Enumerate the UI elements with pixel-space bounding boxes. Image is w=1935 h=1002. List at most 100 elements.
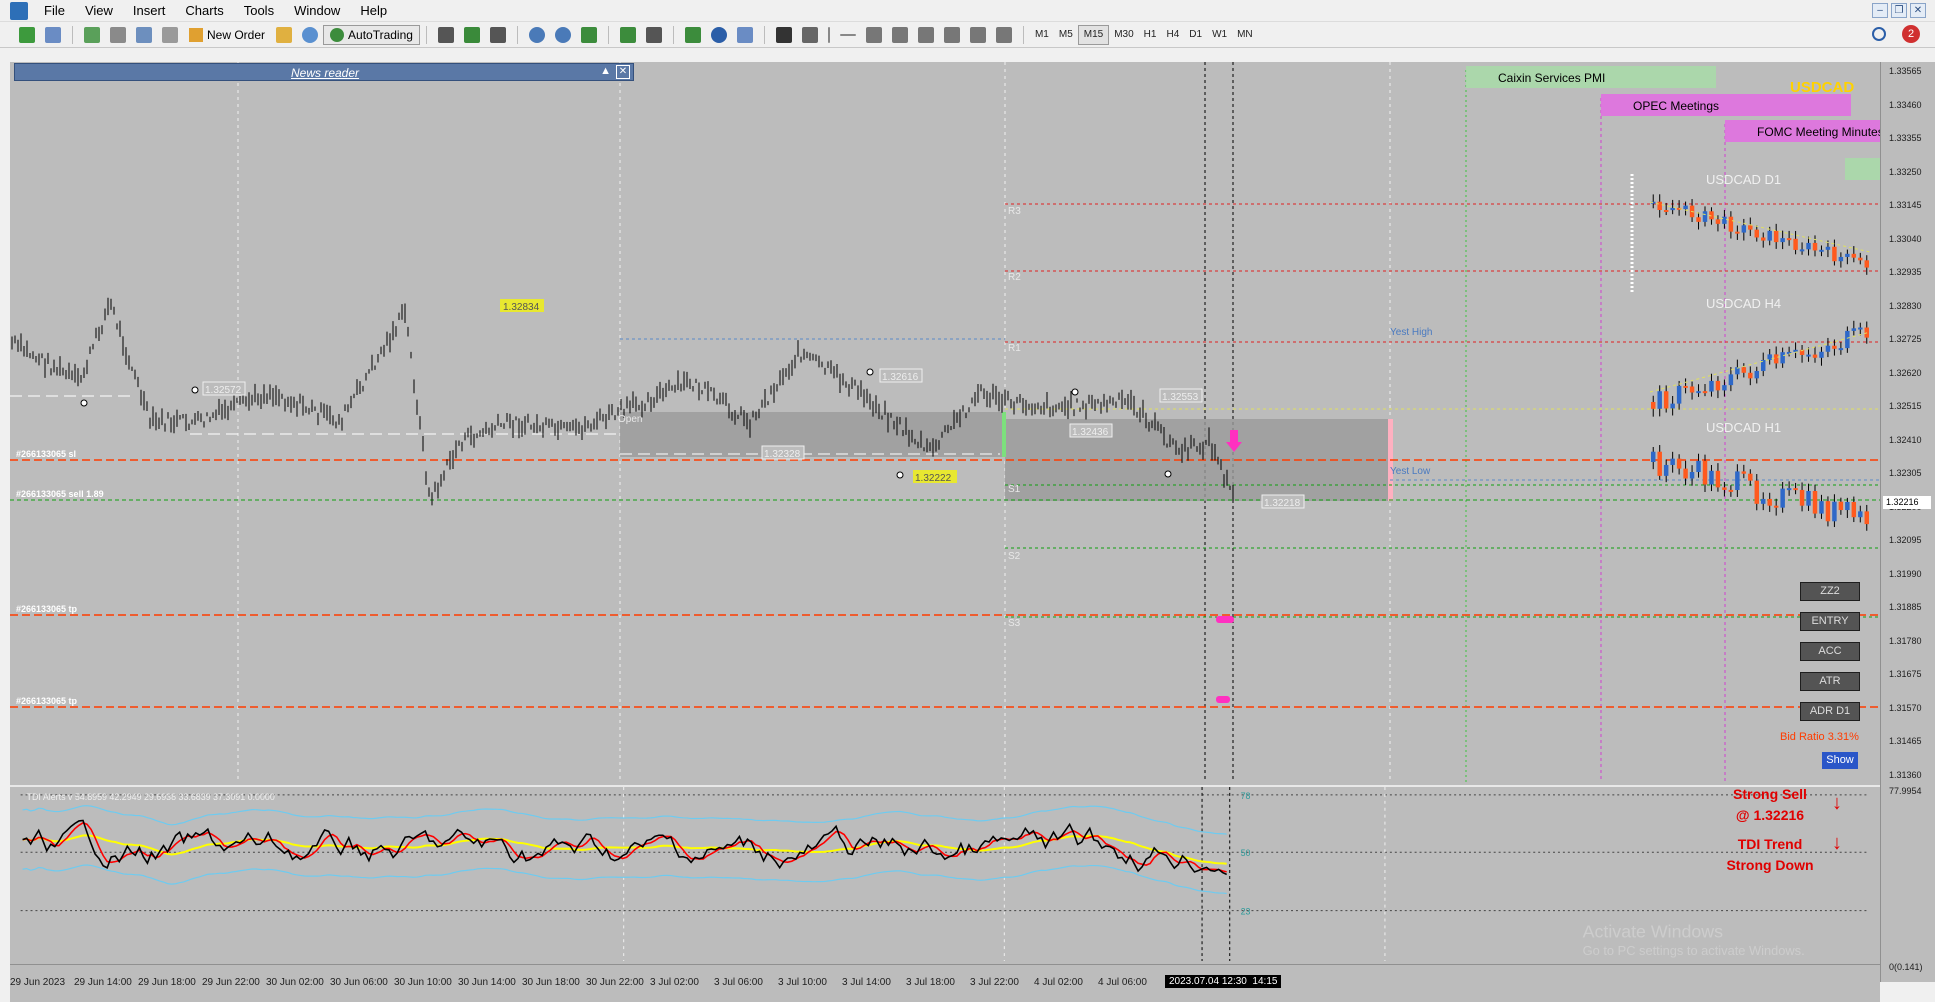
adr-d1-button[interactable]: ADR D1 bbox=[1800, 702, 1860, 721]
trendline-icon[interactable] bbox=[865, 26, 882, 43]
horizontal-line-icon[interactable] bbox=[839, 33, 856, 36]
new-chart-icon[interactable] bbox=[19, 26, 35, 43]
cursor-icon[interactable] bbox=[775, 26, 792, 43]
market-watch-icon[interactable] bbox=[84, 26, 100, 43]
notification-badge[interactable]: 2 bbox=[1902, 25, 1920, 43]
menu-help[interactable]: Help bbox=[350, 0, 397, 22]
fibonacci-icon[interactable] bbox=[917, 26, 934, 43]
metaeditor-icon[interactable] bbox=[276, 26, 293, 43]
label-r2: R2 bbox=[1008, 272, 1021, 283]
tester-icon[interactable] bbox=[162, 26, 178, 43]
time-axis-label: 29 Jun 14:00 bbox=[74, 977, 132, 988]
tf-m15[interactable]: M15 bbox=[1077, 24, 1110, 45]
app-icon[interactable] bbox=[10, 1, 28, 20]
autoscroll-icon[interactable] bbox=[619, 26, 636, 43]
tdi-lines bbox=[22, 805, 1228, 894]
price-tag-3: 1.32616 bbox=[882, 372, 919, 383]
minimize-icon[interactable]: – bbox=[1872, 3, 1888, 18]
price-axis-label: 1.33145 bbox=[1889, 200, 1922, 210]
price-axis-label: 1.32935 bbox=[1889, 267, 1922, 277]
tf-m5[interactable]: M5 bbox=[1054, 26, 1078, 44]
menu-charts[interactable]: Charts bbox=[175, 0, 233, 22]
close-icon[interactable]: ✕ bbox=[1910, 3, 1926, 18]
open-range-box bbox=[620, 412, 1005, 457]
price-axis-label: 1.31465 bbox=[1889, 736, 1922, 746]
time-axis-label: 30 Jun 02:00 bbox=[266, 977, 324, 988]
menu-file[interactable]: File bbox=[34, 0, 75, 22]
tf-h4[interactable]: H4 bbox=[1161, 26, 1184, 44]
new-order-icon bbox=[189, 27, 203, 42]
menu-window[interactable]: Window bbox=[284, 0, 350, 22]
label-s1: S1 bbox=[1008, 484, 1021, 495]
main-price-chart[interactable]: R3 R2 R1 S1 S2 S3 Yest High Yest Low Ope… bbox=[10, 62, 1880, 782]
tf-d1[interactable]: D1 bbox=[1184, 26, 1207, 44]
arrows-icon[interactable] bbox=[995, 26, 1012, 43]
chart-window[interactable]: R3 R2 R1 S1 S2 S3 Yest High Yest Low Ope… bbox=[10, 62, 1880, 964]
autotrading-button[interactable]: AutoTrading bbox=[323, 24, 420, 45]
price-axis-label: 1.33250 bbox=[1889, 166, 1922, 177]
tdi-indicator-chart[interactable]: TDI Alerts v 54.8959 42.2949 29.6938 33.… bbox=[10, 785, 1880, 961]
zoom-out-icon[interactable] bbox=[554, 26, 571, 43]
search-icon[interactable] bbox=[1872, 27, 1886, 41]
price-axis-label: 1.33040 bbox=[1889, 233, 1922, 244]
signal-line-2: @ 1.32216 bbox=[1735, 807, 1805, 823]
zz2-button[interactable]: ZZ2 bbox=[1800, 582, 1860, 601]
profiles-icon[interactable] bbox=[45, 26, 61, 43]
price-axis-label: 1.33355 bbox=[1889, 133, 1922, 143]
chart-shift-icon[interactable] bbox=[645, 26, 662, 43]
restore-icon[interactable]: ❐ bbox=[1891, 3, 1907, 18]
channel-icon[interactable] bbox=[891, 26, 908, 43]
tf-m30[interactable]: M30 bbox=[1109, 26, 1138, 44]
price-axis-label: 1.32830 bbox=[1889, 300, 1922, 311]
periods-icon[interactable] bbox=[710, 26, 727, 43]
menu-view[interactable]: View bbox=[75, 0, 123, 22]
price-axis-label: 1.32410 bbox=[1889, 434, 1922, 445]
zoom-in-icon[interactable] bbox=[528, 26, 545, 43]
templates-icon[interactable] bbox=[736, 26, 753, 43]
indicators-icon[interactable] bbox=[684, 26, 701, 43]
time-axis-label: 30 Jun 06:00 bbox=[330, 977, 388, 988]
price-tag-8: 1.32218 bbox=[1264, 498, 1301, 509]
price-axis-label: 1.31990 bbox=[1889, 568, 1922, 579]
time-axis-label: 4 Jul 02:00 bbox=[1034, 977, 1083, 988]
collapse-icon[interactable]: ▲ bbox=[600, 65, 611, 77]
news-reader-title[interactable]: News reader bbox=[291, 66, 359, 80]
price-axis-label: 1.31570 bbox=[1889, 702, 1922, 713]
show-button[interactable]: Show bbox=[1822, 752, 1858, 769]
tf-h1[interactable]: H1 bbox=[1139, 26, 1162, 44]
bar-chart-icon[interactable] bbox=[437, 26, 454, 43]
time-axis[interactable]: 29 Jun 2023 29 Jun 14:00 29 Jun 18:00 29 Ju… bbox=[10, 964, 1880, 1002]
event-caixin: Caixin Services PMI bbox=[1498, 71, 1605, 85]
label-s3: S3 bbox=[1008, 618, 1021, 629]
line-chart-icon[interactable] bbox=[489, 26, 506, 43]
tdi-level-50: 50 bbox=[1241, 848, 1251, 858]
tile-windows-icon[interactable] bbox=[580, 26, 597, 43]
atr-button[interactable]: ATR bbox=[1800, 672, 1860, 691]
menu-insert[interactable]: Insert bbox=[123, 0, 176, 22]
cursor-time-label: 2023.07.04 12:30 14:15 bbox=[1165, 975, 1282, 988]
tf-m1[interactable]: M1 bbox=[1030, 26, 1054, 44]
navigator-icon[interactable] bbox=[110, 26, 126, 43]
signals-icon[interactable] bbox=[302, 26, 319, 43]
vertical-line-icon[interactable] bbox=[827, 26, 830, 43]
time-axis-label: 30 Jun 14:00 bbox=[458, 977, 516, 988]
new-order-button[interactable]: New Order bbox=[183, 25, 271, 45]
menu-tools[interactable]: Tools bbox=[234, 0, 284, 22]
news-reader-panel[interactable]: News reader ▲ ✕ bbox=[14, 63, 634, 81]
tf-w1[interactable]: W1 bbox=[1207, 26, 1232, 44]
price-axis[interactable]: 1.33565 1.33460 1.33355 1.33250 1.33145 1.330… bbox=[1880, 62, 1935, 982]
price-tag-5: 1.32222 bbox=[915, 473, 952, 484]
entry-button[interactable]: ENTRY bbox=[1800, 612, 1860, 631]
text-label-icon[interactable] bbox=[969, 26, 986, 43]
close-icon[interactable]: ✕ bbox=[616, 65, 630, 79]
price-axis-label: 1.32515 bbox=[1889, 401, 1922, 411]
tdi-level-78: 78 bbox=[1241, 791, 1251, 801]
text-icon[interactable] bbox=[943, 26, 960, 43]
price-axis-label: 1.33460 bbox=[1889, 99, 1922, 110]
terminal-icon[interactable] bbox=[136, 26, 152, 43]
tf-mn[interactable]: MN bbox=[1232, 26, 1258, 44]
acc-button[interactable]: ACC bbox=[1800, 642, 1860, 661]
candlestick-icon[interactable] bbox=[463, 26, 480, 43]
crosshair-icon[interactable] bbox=[801, 26, 818, 43]
time-axis-label: 3 Jul 18:00 bbox=[906, 977, 955, 988]
